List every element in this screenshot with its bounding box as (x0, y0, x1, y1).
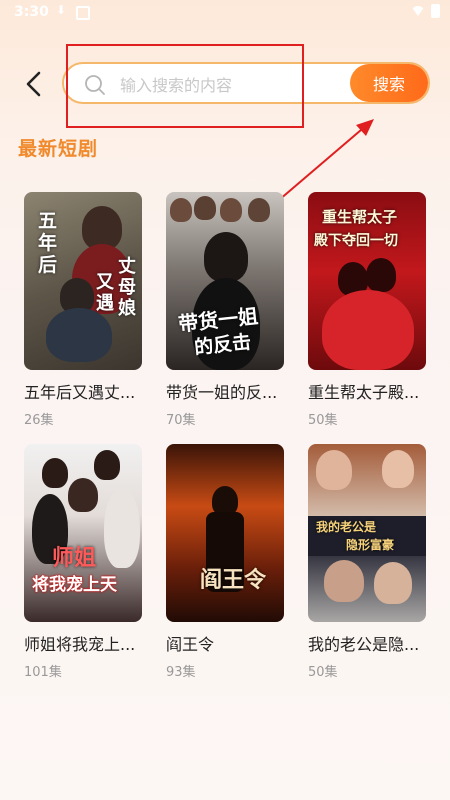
download-icon: ⬇ (56, 3, 67, 17)
search-icon (85, 75, 105, 95)
search-box[interactable]: 搜索 (62, 62, 430, 104)
poster-title-3: 丈母娘 (118, 256, 136, 319)
battery-icon (431, 4, 440, 18)
drama-card[interactable]: 重生帮太子 殿下夺回一切 重生帮太子殿... 50集 (308, 192, 428, 428)
drama-poster[interactable]: 师姐 将我宠上天 (24, 444, 142, 622)
status-time: 3:30 (14, 4, 49, 20)
section-title: 最新短剧 (18, 138, 99, 160)
search-input[interactable] (118, 72, 342, 98)
poster-title-1: 我的老公是 (316, 520, 377, 534)
episode-count: 50集 (308, 665, 338, 680)
episode-count: 93集 (166, 665, 196, 680)
screenshot-icon (76, 6, 90, 20)
drama-title[interactable]: 师姐将我宠上... (24, 631, 144, 655)
drama-card[interactable]: 我的老公是 隐形富豪 我的老公是隐... 50集 (308, 444, 428, 680)
episode-count: 26集 (24, 413, 54, 428)
drama-poster[interactable]: 我的老公是 隐形富豪 (308, 444, 426, 622)
drama-title[interactable]: 重生帮太子殿... (308, 379, 428, 403)
drama-title[interactable]: 五年后又遇丈... (24, 379, 144, 403)
episode-count: 101集 (24, 665, 62, 680)
poster-title-1: 重生帮太子 (322, 208, 398, 226)
drama-poster[interactable]: 阎王令 (166, 444, 284, 622)
drama-card[interactable]: 五年后 又遇 丈母娘 五年后又遇丈... 26集 (24, 192, 144, 428)
poster-title-2: 将我宠上天 (32, 575, 117, 595)
poster-title-2: 隐形富豪 (346, 538, 395, 552)
status-bar: 3:30 ⬇ (0, 0, 450, 26)
poster-title-2: 又遇 (96, 272, 114, 314)
poster-title-1: 阎王令 (200, 567, 267, 593)
episode-count: 50集 (308, 413, 338, 428)
drama-title[interactable]: 我的老公是隐... (308, 631, 428, 655)
drama-poster[interactable]: 重生帮太子 殿下夺回一切 (308, 192, 426, 370)
drama-card[interactable]: 带货一姐 的反击 带货一姐的反... 70集 (166, 192, 286, 428)
back-button[interactable] (18, 66, 50, 102)
drama-card[interactable]: 阎王令 阎王令 93集 (166, 444, 286, 680)
chevron-left-icon (26, 71, 41, 97)
drama-card[interactable]: 师姐 将我宠上天 师姐将我宠上... 101集 (24, 444, 144, 680)
drama-title[interactable]: 带货一姐的反... (166, 379, 286, 403)
drama-title[interactable]: 阎王令 (166, 631, 286, 655)
wifi-icon (411, 6, 425, 16)
drama-poster[interactable]: 带货一姐 的反击 (166, 192, 284, 370)
drama-poster[interactable]: 五年后 又遇 丈母娘 (24, 192, 142, 370)
episode-count: 70集 (166, 413, 196, 428)
poster-title-1: 师姐 (52, 545, 97, 571)
status-indicators (411, 4, 440, 18)
poster-title-1: 五年后 (38, 210, 58, 276)
search-button[interactable]: 搜索 (350, 64, 428, 102)
poster-title-2: 殿下夺回一切 (314, 233, 398, 249)
